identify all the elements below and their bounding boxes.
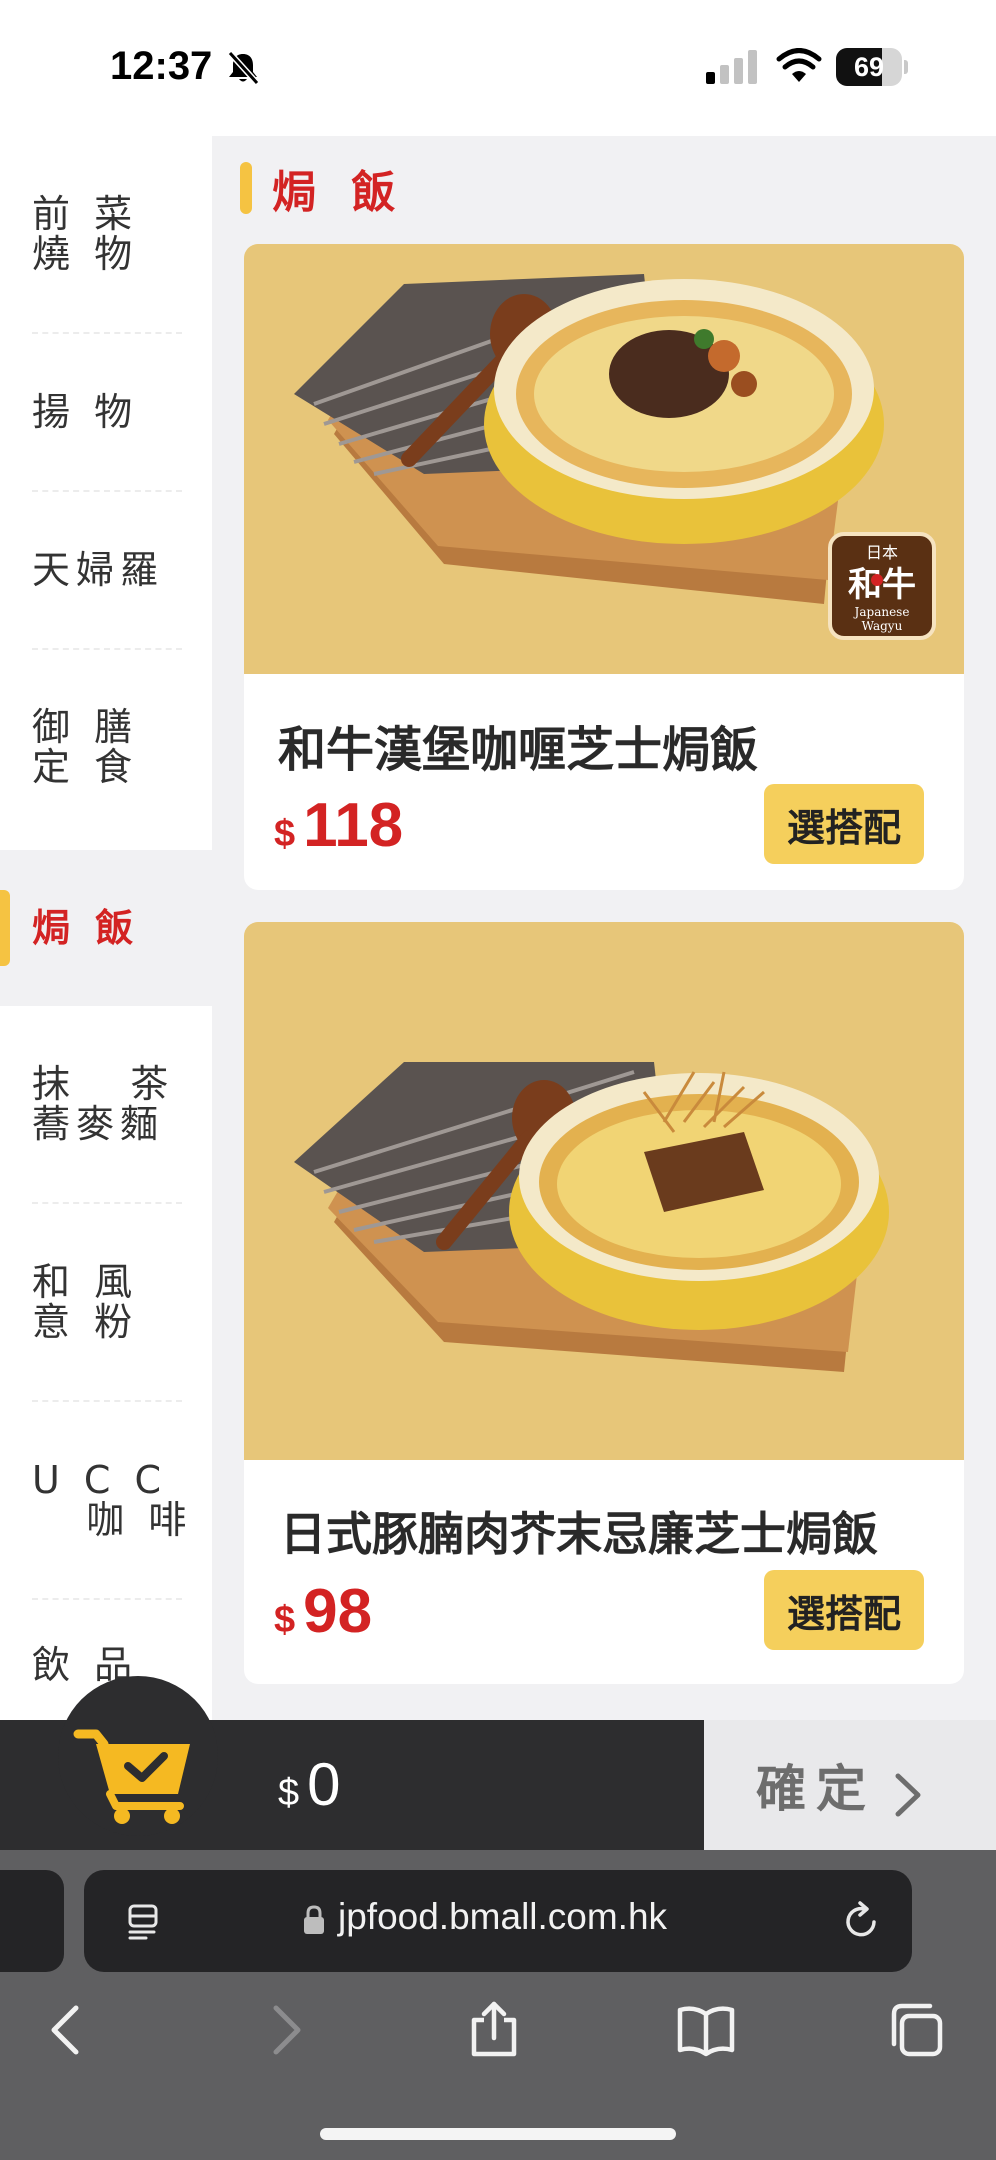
sidebar-item-appetizers[interactable]: 前 菜 燒 物 <box>0 136 212 332</box>
cart-currency: $ <box>278 1772 300 1814</box>
sidebar-item-label: 焗 飯 <box>32 906 140 950</box>
cart-amount: 0 <box>307 1751 341 1818</box>
browser-toolbar: jpfood.bmall.com.hk <box>0 1850 996 2160</box>
bookmarks-icon[interactable] <box>676 2000 736 2060</box>
lock-icon <box>304 1905 324 1934</box>
sidebar-item-label: 御 膳 定 食 <box>32 705 139 789</box>
sidebar-item-tempura[interactable]: 天婦羅 <box>0 492 212 648</box>
section-header: 焗 飯 <box>240 160 405 218</box>
previous-tab[interactable] <box>0 1870 64 1972</box>
confirm-button[interactable]: 確定 <box>704 1720 996 1850</box>
status-time: 12:37 <box>110 44 213 88</box>
sidebar-item-pasta[interactable]: 和 風 意 粉 <box>0 1204 212 1400</box>
forward-icon[interactable] <box>254 2000 314 2060</box>
product-price: $ 98 <box>274 1576 372 1647</box>
battery-level: 69 <box>853 52 885 82</box>
wifi-icon <box>776 48 822 82</box>
product-name: 日式豚腩肉芥末忌廉芝士焗飯 <box>280 1507 878 1561</box>
product-name: 和牛漢堡咖喱芝士焗飯 <box>278 722 759 778</box>
bell-off-icon <box>227 50 260 86</box>
badge-wagyu: 和牛 <box>848 565 916 605</box>
product-card[interactable]: 日式豚腩肉芥末忌廉芝士焗飯 $ 98 選搭配 <box>244 922 964 1684</box>
chevron-right-icon <box>895 1773 921 1817</box>
price-currency: $ <box>274 813 296 855</box>
back-icon[interactable] <box>38 2000 98 2060</box>
reload-icon[interactable] <box>840 1900 882 1942</box>
shopping-cart-icon <box>73 1729 190 1824</box>
sidebar-item-label: 天婦羅 <box>32 548 165 592</box>
tabs-icon[interactable] <box>886 2000 946 2060</box>
sidebar-item-fried[interactable]: 揚 物 <box>0 334 212 490</box>
product-price: $ 118 <box>274 790 403 861</box>
cart-total: $ 0 <box>278 1750 341 1819</box>
sidebar-item-baked-rice[interactable]: 焗 飯 <box>0 850 212 1006</box>
price-currency: $ <box>274 1599 296 1641</box>
badge-sub-2: Wagyu <box>862 619 903 633</box>
reader-icon[interactable] <box>124 1902 164 1942</box>
battery-indicator: 69 <box>836 48 908 86</box>
active-indicator <box>0 890 10 966</box>
price-value: 98 <box>303 1577 373 1646</box>
select-options-button[interactable]: 選搭配 <box>764 1570 924 1650</box>
select-options-button[interactable]: 選搭配 <box>764 784 924 864</box>
product-image[interactable]: 日本 和牛 Japanese Wagyu <box>244 244 964 674</box>
share-icon[interactable] <box>464 2000 524 2060</box>
product-image[interactable] <box>244 922 964 1460</box>
sidebar-item-label: 揚 物 <box>32 390 139 434</box>
product-list: 焗 飯 日本 和牛 Japanese Wagyu 和牛漢堡咖喱芝士焗飯 $ 11… <box>212 136 996 1720</box>
badge-sub-1: Japanese <box>853 605 910 619</box>
badge-origin: 日本 <box>866 543 898 562</box>
sidebar-item-label: 抹 茶 蕎麥麵 <box>32 1062 175 1146</box>
home-indicator[interactable] <box>320 2128 676 2140</box>
cellular-signal-icon <box>706 50 757 84</box>
price-value: 118 <box>303 791 404 860</box>
sidebar-item-label: U C C 咖 啡 <box>32 1458 193 1542</box>
sidebar-item-label: 和 風 意 粉 <box>32 1260 139 1344</box>
product-card[interactable]: 日本 和牛 Japanese Wagyu 和牛漢堡咖喱芝士焗飯 $ 118 選搭… <box>244 244 964 890</box>
sidebar-item-label: 前 菜 燒 物 <box>32 192 139 276</box>
status-bar: 12:37 69 <box>0 0 996 136</box>
section-title: 焗 飯 <box>272 167 406 218</box>
confirm-label: 確定 <box>756 1760 876 1818</box>
sidebar-item-matcha-soba[interactable]: 抹 茶 蕎麥麵 <box>0 1006 212 1202</box>
sidebar-item-set-meals[interactable]: 御 膳 定 食 <box>0 650 212 844</box>
url-text: jpfood.bmall.com.hk <box>338 1896 668 1937</box>
section-accent <box>240 162 252 214</box>
sidebar-item-ucc-coffee[interactable]: U C C 咖 啡 <box>0 1402 212 1598</box>
category-sidebar: 前 菜 燒 物 揚 物 天婦羅 御 膳 定 食 焗 飯 抹 茶 蕎麥麵 和 風 … <box>0 136 212 1720</box>
address-bar[interactable]: jpfood.bmall.com.hk <box>84 1870 912 1972</box>
